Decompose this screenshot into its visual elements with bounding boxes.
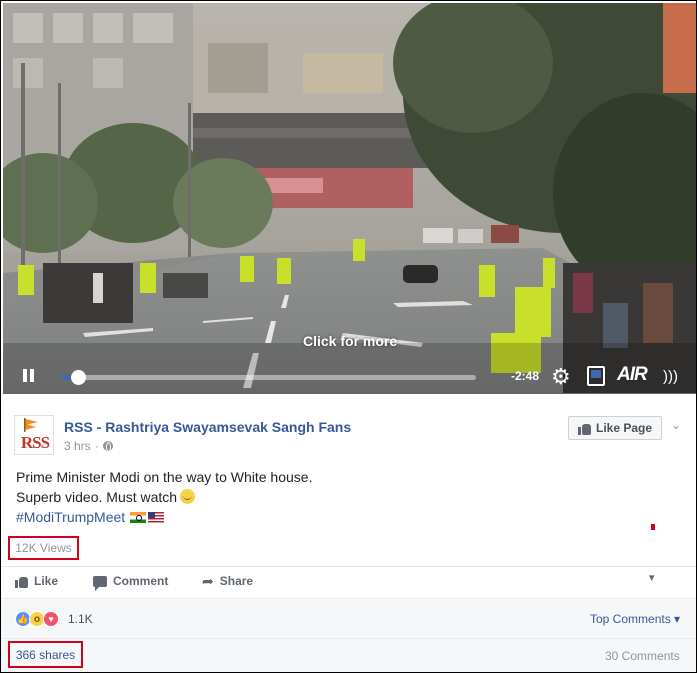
click-for-more-text[interactable]: Click for more [303,333,397,349]
dot-separator: · [94,439,99,453]
post-text-line-2: Superb video. Must watch [16,489,178,505]
page-avatar[interactable]: RSS [14,415,54,455]
progress-knob[interactable] [70,370,86,385]
globe-icon [102,441,113,452]
video-controls: -2:48 ⚙ AIR ))) [3,354,696,394]
facebook-video-post: Click for more -2:48 ⚙ AIR ))) RSS RSS -… [0,0,697,673]
top-comments-label: Top Comments [590,612,671,626]
view-count: 12K Views [15,541,72,555]
reaction-count[interactable]: 1.1K [68,612,93,626]
like-page-label: Like Page [595,421,653,435]
shares-bar: 366 shares 30 Comments [1,638,696,672]
share-count[interactable]: 366 shares [16,648,75,662]
air-logo: AIR [617,364,648,385]
share-label: Share [219,574,254,588]
comment-count[interactable]: 30 Comments [605,649,680,663]
us-flag-icon [148,512,165,523]
shares-highlight-box: 366 shares [8,641,83,668]
smile-emoji-icon [180,489,196,504]
post-text-line-1: Prime Minister Modi on the way to White … [16,469,313,485]
chevron-down-icon[interactable]: ⌄ [671,418,681,432]
post-meta: 3 hrs · [64,439,113,453]
video-player[interactable]: Click for more -2:48 ⚙ AIR ))) [3,3,696,394]
time-remaining: -2:48 [511,369,540,383]
saffron-flag-icon [24,418,38,432]
like-page-button[interactable]: Like Page [568,416,662,440]
hd-icon[interactable] [587,366,605,386]
like-label: Like [34,574,59,588]
reactions-bar: 👍 o ♥ 1.1K Top Comments ▾ [1,598,696,638]
post-body: Prime Minister Modi on the way to White … [16,467,312,527]
page-name-link[interactable]: RSS - Rashtriya Swayamsevak Sangh Fans [64,419,351,435]
page-logo-text: RSS [20,433,50,452]
share-button[interactable]: ➦ Share [202,574,253,588]
gear-icon[interactable]: ⚙ [551,366,573,388]
share-icon: ➦ [202,573,214,589]
caret-down-icon[interactable]: ▾ [649,571,655,584]
annotation-mark [651,524,655,530]
volume-icon[interactable]: ))) [663,368,678,385]
post-timestamp[interactable]: 3 hrs [64,439,91,453]
views-highlight-box: 12K Views [8,536,79,560]
progress-bar[interactable] [61,370,476,385]
love-reaction-icon: ♥ [43,611,59,627]
like-icon [15,575,28,588]
like-icon [577,422,591,435]
india-flag-icon [130,512,147,523]
hashtag-link[interactable]: #ModiTrumpMeet [16,509,125,525]
comment-button[interactable]: Comment [93,574,169,591]
play-pause-icon[interactable] [22,369,36,383]
comment-icon [93,575,107,591]
top-comments-dropdown[interactable]: Top Comments ▾ [590,612,680,626]
comment-label: Comment [113,574,169,588]
like-button[interactable]: Like [15,574,58,588]
reaction-icons[interactable]: 👍 o ♥ [15,611,59,627]
post-actions: Like Comment ➦ Share [1,566,696,596]
